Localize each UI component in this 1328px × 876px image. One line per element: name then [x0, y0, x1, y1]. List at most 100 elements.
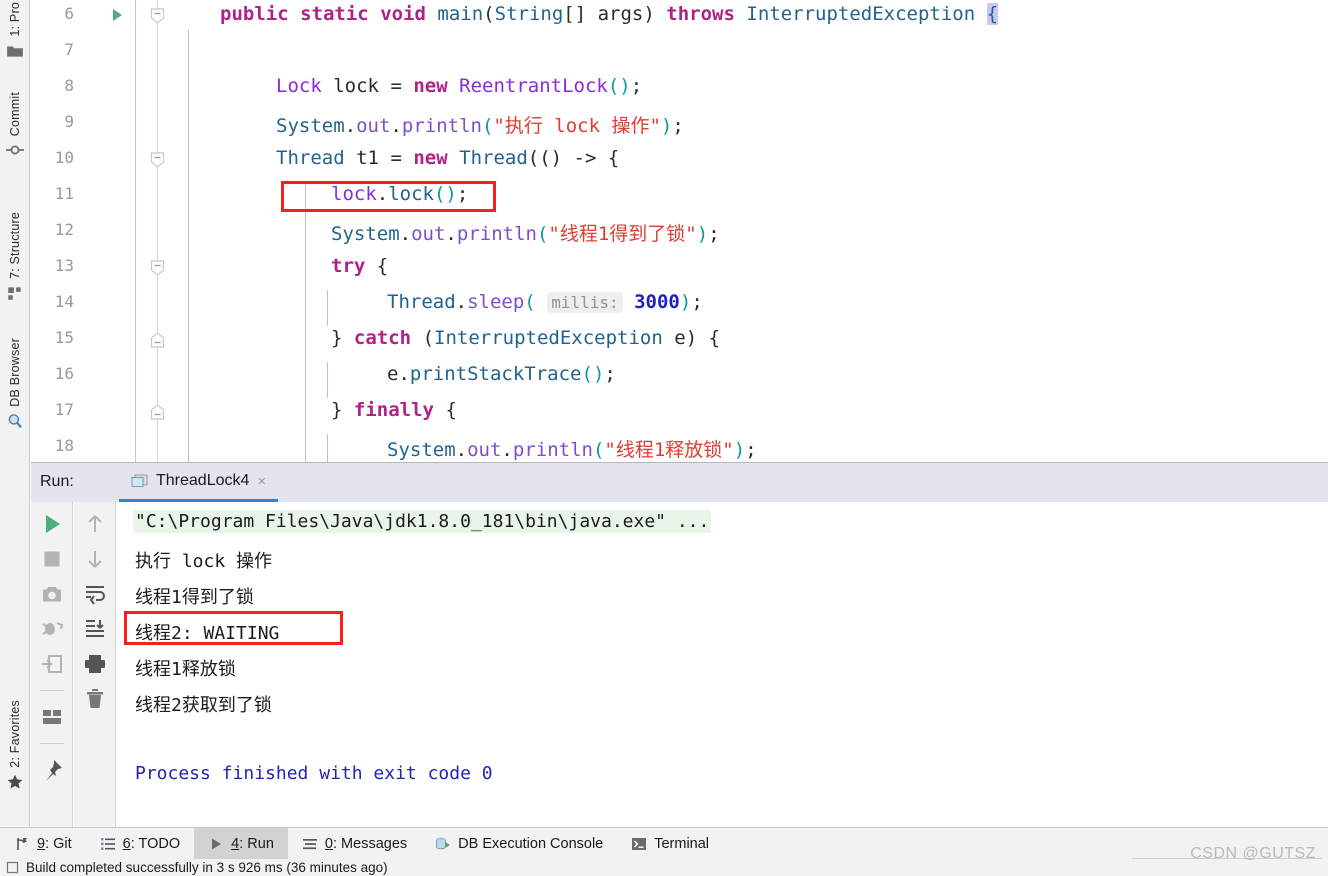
- sidebar-item-project-label: 1: Pro: [8, 2, 22, 37]
- sidebar-item-structure-label: 7: Structure: [8, 212, 22, 280]
- db-console-icon: [436, 837, 451, 849]
- tok-String: String: [494, 3, 564, 25]
- bug-rerun-icon[interactable]: [40, 617, 64, 641]
- sidebar-item-project[interactable]: 1: Pro: [0, 2, 30, 60]
- bottom-tool-tabs: 9: Git 6: TODO 4: Run 0: Messages DB Exe…: [0, 827, 1328, 860]
- tok-e-2: e: [387, 363, 399, 385]
- tok-out: out: [356, 115, 391, 137]
- soft-wrap-icon[interactable]: [83, 582, 107, 606]
- attach-icon[interactable]: [40, 652, 64, 676]
- arrow-up-icon[interactable]: [83, 512, 107, 536]
- code-text-layer[interactable]: public static void main(String[] args) t…: [31, 0, 1328, 462]
- tok-InterruptedException: InterruptedException: [746, 3, 976, 25]
- play-small-icon: [212, 838, 222, 849]
- stop-icon[interactable]: [40, 547, 64, 571]
- console-output[interactable]: "C:\Program Files\Java\jdk1.8.0_181\bin\…: [117, 502, 1328, 827]
- code-line-18: System.out.println("线程1释放锁");: [387, 439, 757, 461]
- tok-string-t1-got: "线程1得到了锁": [548, 223, 697, 245]
- tok-println: println: [401, 115, 482, 137]
- toolbar-divider: [39, 690, 64, 691]
- code-line-12: System.out.println("线程1得到了锁");: [331, 223, 720, 245]
- code-line-9: System.out.println("执行 lock 操作");: [276, 115, 684, 137]
- code-editor[interactable]: 6 7 8 9 10 11 12 13 14 15 16 17 18 publi…: [31, 0, 1328, 462]
- tok-t1: t1: [356, 147, 379, 169]
- tok-catch: catch: [353, 327, 412, 349]
- tab-db-execution-console-label: DB Execution Console: [458, 835, 604, 852]
- run-tab-title: ThreadLock4: [156, 472, 250, 489]
- pin-icon[interactable]: [40, 758, 64, 782]
- tab-git-label: 9: Git: [37, 835, 72, 852]
- code-line-14: Thread.sleep( millis: 3000);: [387, 291, 703, 313]
- tok-out-2: out: [411, 223, 446, 245]
- tok-3000: 3000: [634, 291, 680, 313]
- console-line: "C:\Program Files\Java\jdk1.8.0_181\bin\…: [133, 510, 712, 533]
- tok-Thread-2: Thread: [459, 147, 528, 169]
- sidebar-item-favorites[interactable]: 2: Favorites: [0, 700, 30, 791]
- build-icon: [6, 861, 19, 874]
- tok-System: System: [276, 115, 345, 137]
- run-tool-window: Run: ThreadLock4 × "C:\Program Files\Jav…: [31, 462, 1328, 827]
- tok-brace-close-1: }: [331, 327, 343, 349]
- sidebar-item-commit-label: Commit: [8, 92, 22, 137]
- ide-window: 1: Pro Commit 7: Structure DB Browser 2:…: [0, 0, 1328, 876]
- code-line-11: lock.lock();: [331, 183, 469, 205]
- folder-icon: [7, 46, 23, 57]
- sidebar-item-commit[interactable]: Commit: [0, 92, 30, 159]
- todo-list-icon: [100, 837, 115, 850]
- tab-db-execution-console[interactable]: DB Execution Console: [421, 828, 617, 860]
- sidebar-item-db-browser-label: DB Browser: [8, 338, 22, 407]
- sidebar-item-structure[interactable]: 7: Structure: [0, 212, 30, 302]
- git-branch-icon: [17, 837, 27, 850]
- tab-run[interactable]: 4: Run: [194, 827, 288, 860]
- sidebar-item-db-browser[interactable]: DB Browser: [0, 338, 30, 430]
- tab-todo[interactable]: 6: TODO: [86, 828, 195, 860]
- tab-messages[interactable]: 0: Messages: [288, 828, 421, 860]
- tok-brace-open: {: [986, 3, 999, 25]
- camera-icon[interactable]: [40, 582, 64, 606]
- tok-sleep: sleep: [467, 291, 525, 313]
- tok-lock-method: lock: [388, 183, 434, 205]
- console-line: 线程1释放锁: [135, 659, 236, 680]
- tok-throws: throws: [666, 3, 735, 25]
- sidebar-item-favorites-label: 2: Favorites: [8, 700, 22, 768]
- console-line: 线程2: WAITING: [135, 623, 280, 644]
- tab-todo-label: 6: TODO: [122, 835, 181, 852]
- tok-lock-receiver: lock: [331, 183, 377, 205]
- tok-static: static: [300, 3, 369, 25]
- tok-Lock: Lock: [276, 75, 322, 97]
- console-line: 线程2获取到了锁: [135, 695, 272, 716]
- console-line: 执行 lock 操作: [135, 551, 273, 572]
- play-icon[interactable]: [40, 512, 64, 536]
- tab-terminal[interactable]: Terminal: [617, 828, 723, 860]
- tok-e: e: [674, 327, 686, 349]
- tok-string-exec-lock: "执行 lock 操作": [493, 115, 661, 137]
- code-line-10: Thread t1 = new Thread(() -> {: [276, 147, 620, 169]
- console-line-exit-code: Process finished with exit code 0: [135, 763, 493, 784]
- printer-icon[interactable]: [83, 652, 107, 676]
- tok-printStackTrace: printStackTrace: [409, 363, 582, 385]
- trash-icon[interactable]: [83, 687, 107, 711]
- tab-terminal-label: Terminal: [654, 835, 710, 852]
- structure-icon: [8, 287, 21, 300]
- layout-icon[interactable]: [40, 705, 64, 729]
- tok-out-3: out: [467, 439, 502, 461]
- close-icon[interactable]: ×: [257, 473, 266, 490]
- tok-try: try: [331, 255, 366, 277]
- status-bar: Build completed successfully in 3 s 926 …: [0, 859, 1328, 876]
- tok-lambda: (() -> {: [527, 147, 620, 169]
- tok-public: public: [220, 3, 289, 25]
- tok-new: new: [413, 75, 448, 97]
- arrow-down-icon[interactable]: [83, 547, 107, 571]
- toolbar-divider: [39, 743, 64, 744]
- run-tab-threadlock4[interactable]: ThreadLock4 ×: [119, 463, 279, 502]
- status-bar-message: Build completed successfully in 3 s 926 …: [26, 860, 388, 875]
- tok-ReentrantLock: ReentrantLock: [459, 75, 608, 97]
- console-line: 线程1得到了锁: [135, 587, 254, 608]
- tok-Thread: Thread: [276, 147, 345, 169]
- scroll-end-icon[interactable]: [83, 617, 107, 641]
- run-config-icon: [131, 474, 148, 487]
- tab-git[interactable]: 9: Git: [0, 828, 86, 860]
- tok-args: args: [597, 3, 644, 25]
- tok-brackets: []: [563, 3, 587, 25]
- run-toolbar-secondary: [74, 502, 116, 827]
